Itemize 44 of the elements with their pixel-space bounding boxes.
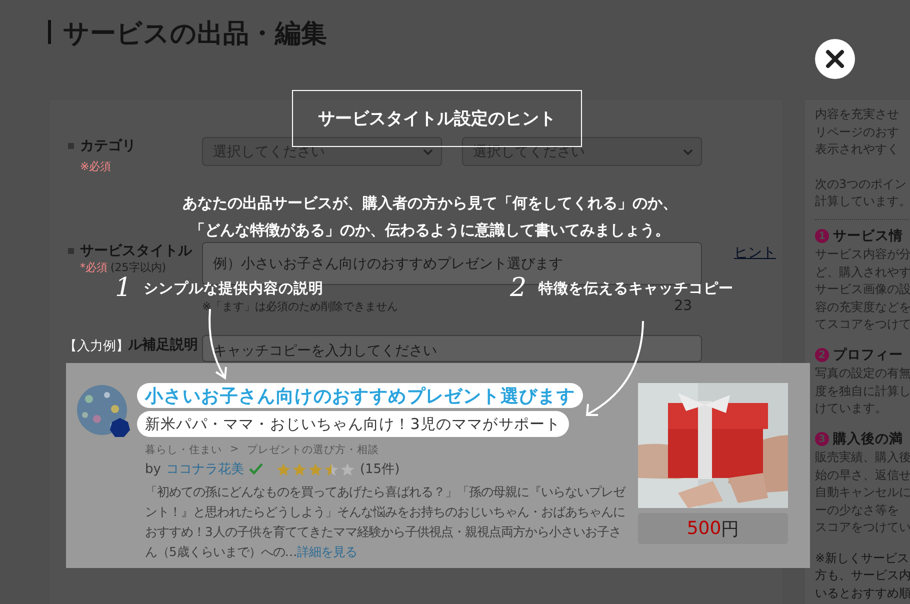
step-number: 2 [815,348,829,362]
details-link[interactable]: 詳細を見る [297,545,358,559]
chevron-down-icon [423,148,433,154]
bullet-icon [68,143,74,149]
seller-link[interactable]: ココナラ花美 [166,460,244,478]
example-catch-copy: 新米パパ・ママ・おじいちゃん向け！3児のママがサポート [137,411,569,437]
star-icon [340,462,355,476]
field-label: サービスタイトル [80,242,192,260]
by-text: by [145,462,161,476]
hint-text: 「どんな特徴がある」のか、伝わるように意識して書いてみましょう。 [189,220,671,241]
example-title: 小さいお子さん向けのおすすめプレゼント選びます [137,383,584,408]
required-note: *必須 [80,260,108,275]
star-icon [324,462,339,476]
close-icon [825,49,845,69]
hint-link[interactable]: ヒント [734,244,776,285]
required-note: ※必須 [80,159,112,174]
step-number: 1 [815,229,829,244]
section-title: サービス情 [833,228,903,245]
breadcrumb-item: プレゼントの選び方・相談 [246,443,379,457]
step-number: 3 [815,432,829,446]
hint-title: サービスタイトル設定のヒント [292,90,582,147]
hint-text: あなたの出品サービスが、購入者の方から見て「何をしてくれる」のか、 [182,193,678,214]
review-count: (15件) [360,461,400,478]
field-label: カテゴリ [80,137,136,155]
close-button[interactable] [815,39,855,79]
footnote-text: 方も、サービス内 [815,567,910,584]
example-description: 「初めての孫にどんなものを買ってあげたら喜ばれる？」「孫の母親に『いらないプレゼント！』と思われたらどうしよう」そんな悩みをお持ちのおじいちゃん・おばあちゃんにおすすめ！3人の子供を育ててきたママ経験から子供視点・親視点両方から小さいお子さん（5歳くらいまで）への…詳細を見る [145,484,625,561]
catch-copy-input[interactable]: キャッチコピーを入力してください [202,335,702,362]
callout-number: 1 [115,276,132,300]
star-icon [276,462,291,476]
breadcrumb-item: 暮らし・住まい [145,443,222,457]
rank-badge-icon [110,418,130,438]
breadcrumb-separator: > [230,443,239,457]
page-title: サービスの出品・編集 [63,18,327,51]
star-icon [308,462,323,476]
price-tag: 500円 [638,513,788,544]
chevron-down-icon [683,148,693,154]
footnote-text: ※新しくサービス [815,550,910,566]
section-title: 購入後の満 [833,430,903,448]
example-label: 【入力例】 [64,338,129,355]
star-icon [292,462,307,476]
bullet-icon [68,248,74,254]
section-title: プロフィー [833,346,903,364]
field-label: ル補足説明 [128,336,198,354]
